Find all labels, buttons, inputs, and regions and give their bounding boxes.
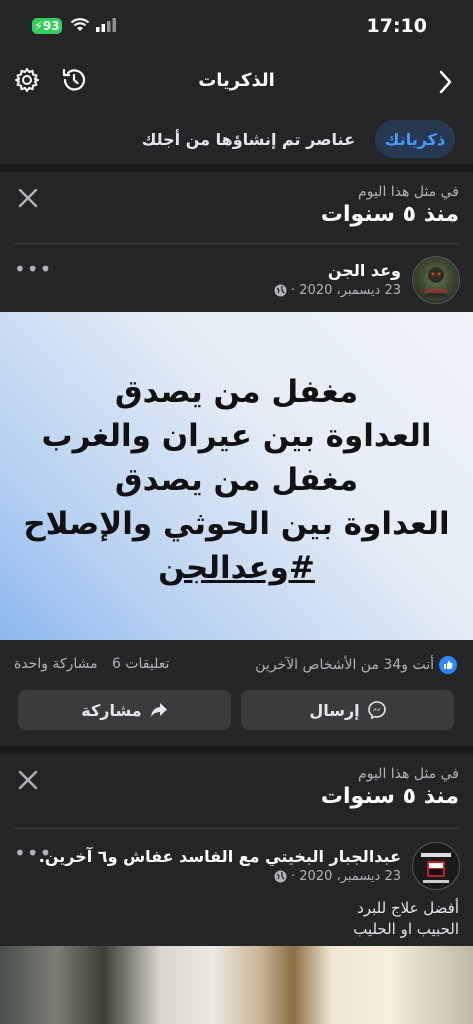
status-bar: ⚡ 93 17:10: [0, 0, 473, 52]
avatar[interactable]: [412, 256, 460, 304]
shares-count[interactable]: مشاركة واحدة: [14, 656, 98, 672]
cellular-signal-icon: [96, 18, 116, 32]
hashtag-link[interactable]: #وعدالجن: [0, 546, 473, 590]
post-author[interactable]: عبدالجبار البخيتي مع الفاسد عفاش و٦ آخري…: [39, 847, 401, 866]
battery-indicator: ⚡ 93: [32, 18, 62, 34]
reactions-summary[interactable]: أنت و34 من الأشخاص الآخرين: [255, 656, 457, 674]
post-text-line: العداوة بين عيران والغرب: [41, 418, 432, 454]
on-this-day-label: في مثل هذا اليوم: [358, 766, 459, 782]
post-text-line: مغفل من يصدق: [114, 462, 359, 498]
globe-icon: [274, 284, 287, 297]
post-text-line: مغفل من يصدق: [114, 374, 359, 410]
send-button-label: إرسال: [309, 700, 360, 720]
globe-icon: [274, 870, 287, 883]
tab-made-for-you[interactable]: عناصر تم إنشاؤها من أجلك: [142, 120, 355, 158]
post-date: 23 ديسمبر، 2020 ·: [291, 869, 401, 884]
avatar-image: [421, 853, 451, 883]
wifi-icon: [70, 18, 90, 31]
caption-line: الحبيب او الحليب: [353, 920, 459, 938]
more-options-icon[interactable]: •••: [14, 257, 52, 281]
comments-count[interactable]: 6 تعليقات: [112, 656, 169, 672]
section-separator: [0, 746, 473, 754]
years-ago-label: منذ ٥ سنوات: [320, 784, 459, 809]
post-meta: 23 ديسمبر، 2020 ·: [274, 283, 401, 298]
like-icon: [439, 656, 457, 674]
top-bar: الذكريات: [0, 52, 473, 108]
share-button-label: مشاركة: [81, 700, 142, 720]
close-icon[interactable]: [16, 186, 40, 210]
tab-your-memories[interactable]: ذكرياتك: [375, 120, 455, 158]
page-title: الذكريات: [198, 70, 275, 91]
close-icon[interactable]: [16, 768, 40, 792]
messenger-icon: [367, 701, 386, 719]
filter-chips: ذكرياتك عناصر تم إنشاؤها من أجلك: [0, 108, 473, 172]
post-author[interactable]: وعد الجن: [328, 261, 401, 280]
avatar-image: [423, 267, 449, 297]
years-ago-label: منذ ٥ سنوات: [320, 202, 459, 227]
battery-level: 93: [42, 19, 60, 33]
divider: [14, 243, 459, 244]
reactions-count: أنت و34 من الأشخاص الآخرين: [255, 657, 434, 673]
status-time: 17:10: [366, 15, 427, 37]
post-text-line: العداوة بين الحوثي والإصلاح: [23, 506, 450, 542]
engagement-stats: أنت و34 من الأشخاص الآخرين 6 تعليقات مشا…: [0, 648, 473, 678]
post-image-text: مغفل من يصدق العداوة بين عيران والغرب مغ…: [0, 370, 473, 590]
post-meta: 23 ديسمبر، 2020 ·: [274, 869, 401, 884]
share-button[interactable]: مشاركة: [18, 690, 231, 730]
post-photo[interactable]: [0, 946, 473, 1024]
post-image[interactable]: مغفل من يصدق العداوة بين عيران والغرب مغ…: [0, 312, 473, 640]
send-button[interactable]: إرسال: [241, 690, 454, 730]
memory-header: في مثل هذا اليوم منذ ٥ سنوات: [0, 754, 473, 826]
share-arrow-icon: [150, 703, 167, 717]
post-caption: أفضل علاج للبرد الحبيب او الحليب: [353, 898, 459, 940]
post-date: 23 ديسمبر، 2020 ·: [291, 283, 401, 298]
caption-line: أفضل علاج للبرد: [357, 899, 459, 917]
avatar[interactable]: [412, 842, 460, 890]
memory-header: في مثل هذا اليوم منذ ٥ سنوات: [0, 172, 473, 244]
back-chevron-icon[interactable]: [439, 70, 453, 94]
divider: [14, 828, 459, 829]
more-options-icon[interactable]: •••: [14, 841, 52, 865]
on-this-day-label: في مثل هذا اليوم: [358, 184, 459, 200]
